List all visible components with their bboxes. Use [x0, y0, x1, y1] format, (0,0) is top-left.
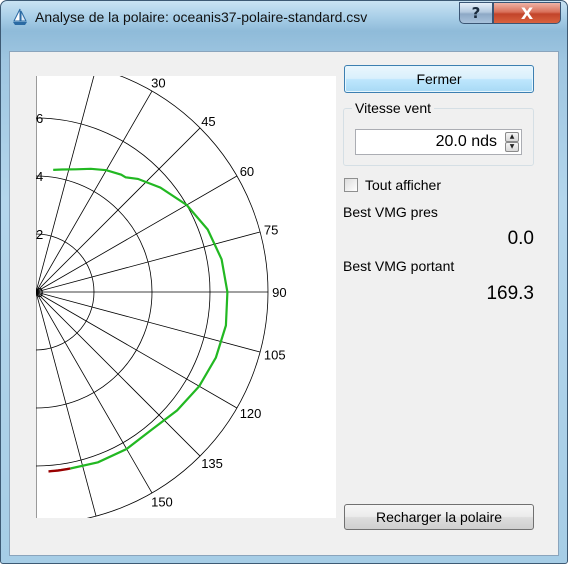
- angle-grid-spoke: [36, 291, 201, 457]
- close-window-button[interactable]: X: [493, 2, 561, 24]
- show-all-checkbox[interactable]: [344, 178, 358, 192]
- wind-speed-value: 20.0 nds: [435, 133, 497, 150]
- angle-tick-label: 120: [240, 406, 262, 421]
- best-vmg-downwind-mark: [48, 467, 71, 473]
- angle-tick-label: 150: [151, 495, 173, 510]
- show-all-option[interactable]: Tout afficher: [344, 177, 534, 195]
- best-vmg-downwind-label: Best VMG portant: [343, 258, 455, 274]
- help-icon: ?: [471, 4, 481, 22]
- angle-tick-label: 75: [264, 222, 278, 237]
- radial-tick-label: 4: [36, 169, 43, 184]
- polar-chart: 2 4 6 0 30 45 60 75 90 105 120 135 150: [36, 76, 336, 518]
- dialog-client-area: 2 4 6 0 30 45 60 75 90 105 120 135 150 Fermer Vitess…: [9, 51, 559, 556]
- best-vmg-upwind-value: 0.0: [507, 228, 534, 249]
- angle-tick-label: 105: [264, 348, 286, 363]
- angle-tick-label: 0: [36, 285, 43, 300]
- angle-tick-label: 45: [201, 114, 215, 129]
- close-dialog-button[interactable]: Fermer: [344, 65, 534, 93]
- arrow-up-icon: ▲: [509, 133, 515, 140]
- show-all-label: Tout afficher: [365, 177, 442, 193]
- angle-grid-spoke: [36, 76, 95, 293]
- best-vmg-downwind-value: 169.3: [486, 283, 534, 304]
- radial-tick-label: 6: [36, 111, 43, 126]
- window-title: Analyse de la polaire: oceanis37-polaire…: [35, 9, 368, 25]
- arrow-down-icon: ▼: [509, 143, 515, 150]
- radial-tick-label: 2: [36, 227, 43, 242]
- sailboat-icon: [13, 8, 27, 25]
- wind-speed-spinbox[interactable]: 20.0 nds ▲ ▼: [355, 129, 522, 155]
- polar-curve: [53, 167, 229, 470]
- angle-tick-label: 60: [240, 164, 254, 179]
- angle-tick-label: 135: [201, 456, 223, 471]
- close-icon: X: [520, 3, 534, 23]
- spin-down-button[interactable]: ▼: [505, 142, 519, 152]
- wind-speed-group: Vitesse vent 20.0 nds ▲ ▼: [343, 100, 534, 166]
- polar-chart-svg: 24603045607590105120135150: [36, 76, 287, 518]
- help-button[interactable]: ?: [459, 2, 493, 24]
- angle-tick-label: 30: [151, 76, 165, 90]
- angle-grid-spoke: [36, 291, 238, 409]
- wind-speed-group-title: Vitesse vent: [352, 100, 435, 116]
- title-bar[interactable]: Analyse de la polaire: oceanis37-polaire…: [1, 1, 567, 33]
- angle-grid-spoke: [36, 175, 238, 293]
- angle-grid-spoke: [36, 127, 201, 293]
- angle-tick-label: 90: [272, 285, 286, 300]
- spin-up-button[interactable]: ▲: [505, 132, 519, 142]
- angle-grid-spoke: [36, 90, 153, 293]
- best-vmg-upwind-label: Best VMG pres: [343, 204, 438, 220]
- reload-polar-button[interactable]: Recharger la polaire: [344, 504, 534, 530]
- angle-grid-spoke: [36, 291, 97, 517]
- dialog-window: Analyse de la polaire: oceanis37-polaire…: [0, 0, 568, 564]
